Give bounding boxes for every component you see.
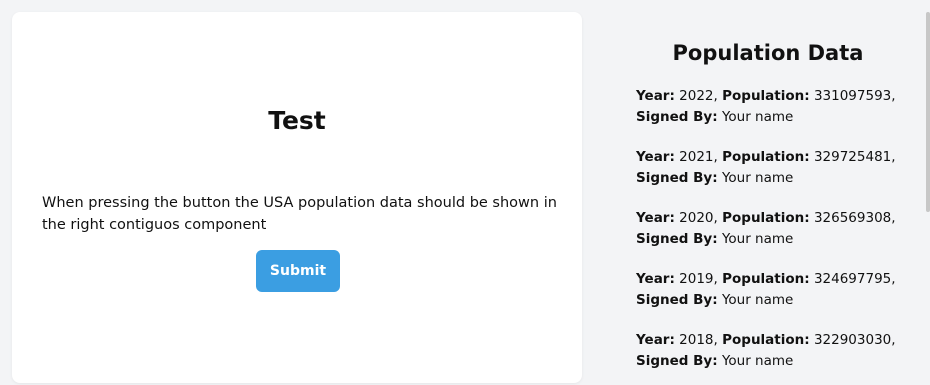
year-label: Year: (636, 271, 675, 287)
year-label: Year: (636, 332, 675, 348)
signed-by-value: Your name (721, 292, 794, 308)
population-label: Population: (722, 210, 810, 226)
left-description: When pressing the button the USA populat… (42, 195, 557, 233)
population-value: 326569308 (813, 210, 892, 226)
population-record: Year: 2021, Population: 329725481, Signe… (636, 149, 896, 186)
page: Test When pressing the button the USA po… (0, 0, 930, 385)
left-title: Test (268, 106, 326, 135)
population-record: Year: 2018, Population: 322903030, Signe… (636, 332, 896, 369)
submit-button[interactable]: Submit (256, 250, 340, 292)
signed-by-label: Signed By: (636, 109, 718, 125)
population-label: Population: (722, 271, 810, 287)
population-panel: Population Data Year: 2022, Population: … (606, 6, 930, 385)
signed-by-label: Signed By: (636, 353, 718, 369)
scrollbar[interactable] (926, 12, 930, 212)
signed-by-label: Signed By: (636, 292, 718, 308)
year-label: Year: (636, 210, 675, 226)
signed-by-value: Your name (721, 231, 794, 247)
year-value: 2019 (679, 271, 714, 287)
year-value: 2018 (679, 332, 714, 348)
population-list: Year: 2022, Population: 331097593, Signe… (636, 86, 916, 385)
population-label: Population: (722, 149, 810, 165)
year-label: Year: (636, 149, 675, 165)
population-title: Population Data (672, 41, 864, 65)
year-value: 2022 (679, 88, 714, 104)
population-label: Population: (722, 332, 810, 348)
population-record: Year: 2022, Population: 331097593, Signe… (636, 88, 896, 125)
population-label: Population: (722, 88, 810, 104)
population-record: Year: 2019, Population: 324697795, Signe… (636, 271, 896, 308)
population-value: 329725481 (813, 149, 892, 165)
population-value: 322903030 (813, 332, 892, 348)
signed-by-value: Your name (721, 109, 794, 125)
year-value: 2021 (679, 149, 714, 165)
year-label: Year: (636, 88, 675, 104)
signed-by-value: Your name (721, 353, 794, 369)
population-value: 331097593 (813, 88, 892, 104)
year-value: 2020 (679, 210, 714, 226)
signed-by-label: Signed By: (636, 231, 718, 247)
population-record: Year: 2020, Population: 326569308, Signe… (636, 210, 896, 247)
left-card: Test When pressing the button the USA po… (12, 12, 582, 383)
signed-by-label: Signed By: (636, 170, 718, 186)
population-value: 324697795 (813, 271, 892, 287)
signed-by-value: Your name (721, 170, 794, 186)
